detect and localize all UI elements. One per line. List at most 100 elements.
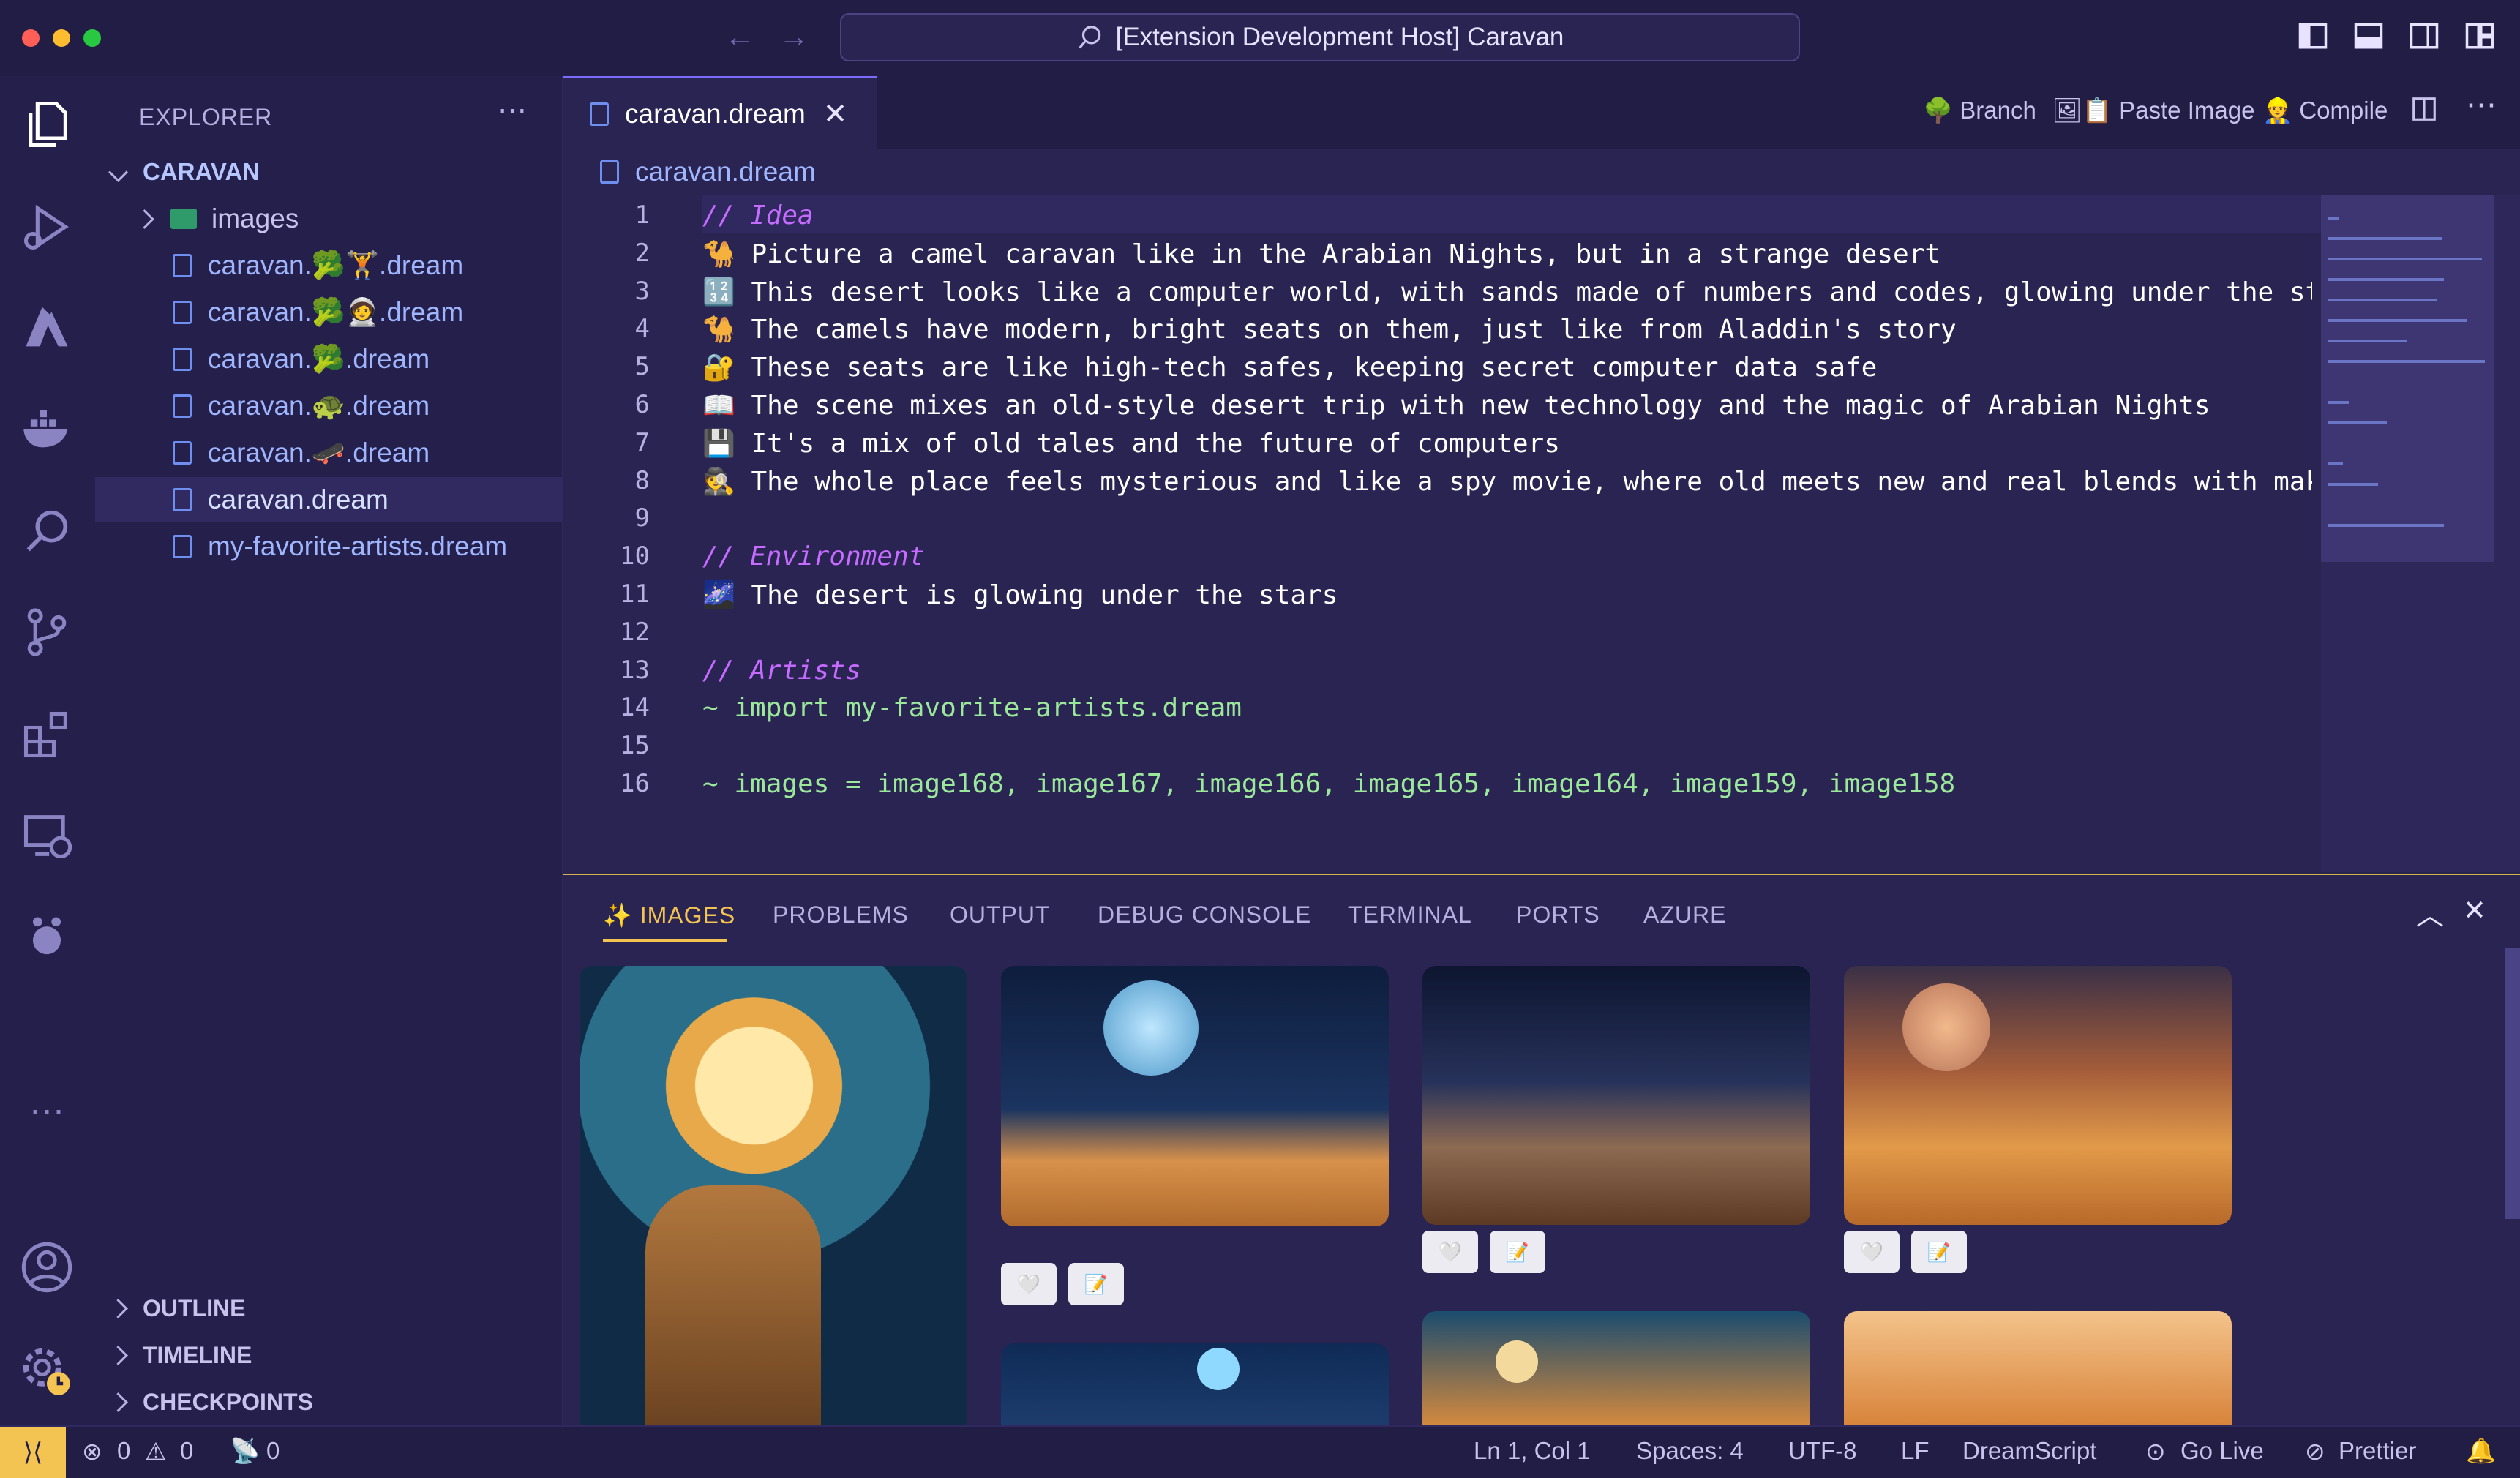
maximize-window-button[interactable] [83,29,101,47]
tab-output[interactable]: OUTPUT [950,901,1051,929]
accounts-icon[interactable] [19,1239,75,1295]
code-line[interactable]: // Idea [702,200,814,230]
edit-button[interactable]: 📝 [1068,1263,1124,1305]
back-arrow-icon[interactable]: ← [724,19,755,54]
search-icon[interactable] [19,503,75,559]
cursor-position[interactable]: Ln 1, Col 1 [1474,1437,1591,1465]
toggle-secondary-sidebar-icon[interactable] [2409,20,2440,51]
tree-item-file-selected[interactable]: caravan.dream [95,477,562,522]
edit-button[interactable]: 📝 [1911,1231,1967,1273]
warnings-icon[interactable]: ⚠ [145,1437,167,1466]
favorite-button[interactable]: 🤍 [1844,1231,1900,1273]
favorite-button[interactable]: 🤍 [1001,1263,1057,1305]
code-line[interactable]: ~ import my-favorite-artists.dream [702,693,1242,723]
tab-problems[interactable]: PROBLEMS [773,901,909,929]
toggle-sidebar-icon[interactable] [2298,20,2328,51]
code-line[interactable]: 🔐 These seats are like high-tech safes, … [702,352,1877,383]
section-outline[interactable]: OUTLINE [95,1286,562,1330]
prettier-button[interactable]: Prettier [2339,1437,2416,1465]
code-editor[interactable]: 1 // Idea 2 🐪 Picture a camel caravan like … [563,195,2520,872]
run-debug-icon[interactable] [19,199,75,255]
code-line[interactable]: 🕵 The whole place feels mysterious and l… [702,466,2312,497]
status-bar: ⟩⟨ ⊗ 0 ⚠ 0 📡 0 Ln 1, Col 1 Spaces: 4 UTF… [0,1425,2520,1478]
tree-item-file[interactable]: my-favorite-artists.dream [95,524,562,569]
extensions-icon[interactable] [19,707,75,762]
go-live-icon[interactable]: ⊙ [2145,1437,2166,1466]
remote-indicator-icon[interactable]: ⟩⟨ [0,1427,66,1478]
tree-item-file[interactable]: caravan.🥦🧑‍🚀.dream [95,290,562,335]
code-line[interactable]: ~ images = image168, image167, image166,… [702,769,1955,799]
command-center-search[interactable]: [Extension Development Host] Caravan [840,13,1800,61]
branch-button[interactable]: 🌳 Branch [1923,97,2036,125]
toggle-panel-icon[interactable] [2353,20,2384,51]
more-views-icon[interactable]: ⋯ [19,1084,75,1140]
source-control-icon[interactable] [19,604,75,660]
prettier-icon[interactable]: ⊘ [2305,1437,2325,1466]
tree-item-file[interactable]: caravan.🥦🏋.dream [95,243,562,288]
tab-debug-console[interactable]: DEBUG CONSOLE [1098,901,1311,929]
manage-gear-icon[interactable] [19,1342,75,1398]
code-line[interactable]: 📖 The scene mixes an old-style desert tr… [702,390,2210,421]
ports-icon[interactable]: 📡 [230,1437,260,1466]
section-label: TIMELINE [143,1341,252,1368]
split-editor-icon[interactable] [2410,95,2438,123]
code-line[interactable]: 💾 It's a mix of old tales and the future… [702,428,1560,459]
remote-explorer-icon[interactable] [19,808,75,863]
end-of-line[interactable]: LF [1901,1437,1930,1465]
close-tab-icon[interactable]: ✕ [823,97,848,131]
section-checkpoints[interactable]: CHECKPOINTS [95,1380,562,1424]
warning-count[interactable]: 0 [180,1437,193,1465]
indentation[interactable]: Spaces: 4 [1636,1437,1744,1465]
minimize-window-button[interactable] [53,29,70,47]
errors-icon[interactable]: ⊗ [82,1437,102,1466]
error-count[interactable]: 0 [117,1437,130,1465]
tab-images[interactable]: ✨ IMAGES [603,901,735,929]
tree-item-file[interactable]: caravan.🥦.dream [95,337,562,382]
generated-image[interactable] [1422,966,1810,1225]
tree-item-file[interactable]: caravan.🛹.dream [95,430,562,476]
section-timeline[interactable]: TIMELINE [95,1333,562,1377]
close-window-button[interactable] [22,29,40,47]
generated-image[interactable] [1422,1311,1810,1427]
tab-azure[interactable]: AZURE [1643,901,1726,929]
go-live-button[interactable]: Go Live [2180,1437,2264,1465]
edit-button[interactable]: 📝 [1490,1231,1545,1273]
notifications-bell-icon[interactable]: 🔔 [2466,1437,2496,1466]
azure-icon[interactable] [19,300,75,356]
minimap-slider[interactable] [2321,195,2494,562]
explorer-files-icon[interactable] [19,97,75,152]
tab-terminal[interactable]: TERMINAL [1348,901,1472,929]
favorite-button[interactable]: 🤍 [1422,1231,1478,1273]
code-line[interactable]: // Artists [702,656,861,686]
generated-image[interactable] [1001,966,1389,1226]
code-line[interactable]: 🌌 The desert is glowing under the stars [702,579,1338,610]
code-line[interactable]: 🔢 This desert looks like a computer worl… [702,277,2312,307]
customize-layout-icon[interactable] [2464,20,2495,51]
code-line[interactable]: // Environment [702,541,924,571]
code-line[interactable]: 🐪 Picture a camel caravan like in the Ar… [702,239,1940,269]
tab-caravan-dream[interactable]: caravan.dream ✕ [563,76,877,149]
close-panel-icon[interactable]: ✕ [2463,894,2486,927]
tab-ports[interactable]: PORTS [1516,901,1600,929]
encoding[interactable]: UTF-8 [1788,1437,1857,1465]
generated-image[interactable] [580,966,967,1427]
code-line[interactable]: 🐪 The camels have modern, bright seats o… [702,314,1957,345]
panel-scrollbar[interactable] [2505,948,2520,1219]
more-actions-icon[interactable]: ⋯ [498,94,527,127]
dream-extension-icon[interactable] [19,910,75,966]
forward-arrow-icon[interactable]: → [779,19,809,54]
language-mode[interactable]: DreamScript [1962,1437,2096,1465]
breadcrumb-item[interactable]: caravan.dream [635,157,816,187]
maximize-panel-icon[interactable]: ︿ [2416,893,2444,933]
tree-item-file[interactable]: caravan.🐢.dream [95,383,562,429]
tree-item-images[interactable]: images [95,196,562,241]
generated-image[interactable] [1844,966,2232,1225]
generated-image[interactable] [1844,1311,2232,1427]
paste-image-button[interactable]: 🖼📋 Paste Image [2052,97,2254,125]
more-actions-icon[interactable]: ⋯ [2466,86,2497,122]
compile-button[interactable]: 👷 Compile [2262,97,2388,125]
ports-count[interactable]: 0 [266,1437,280,1465]
folder-caravan[interactable]: CARAVAN [95,149,562,195]
docker-icon[interactable] [19,401,75,457]
generated-image[interactable] [1001,1343,1389,1427]
